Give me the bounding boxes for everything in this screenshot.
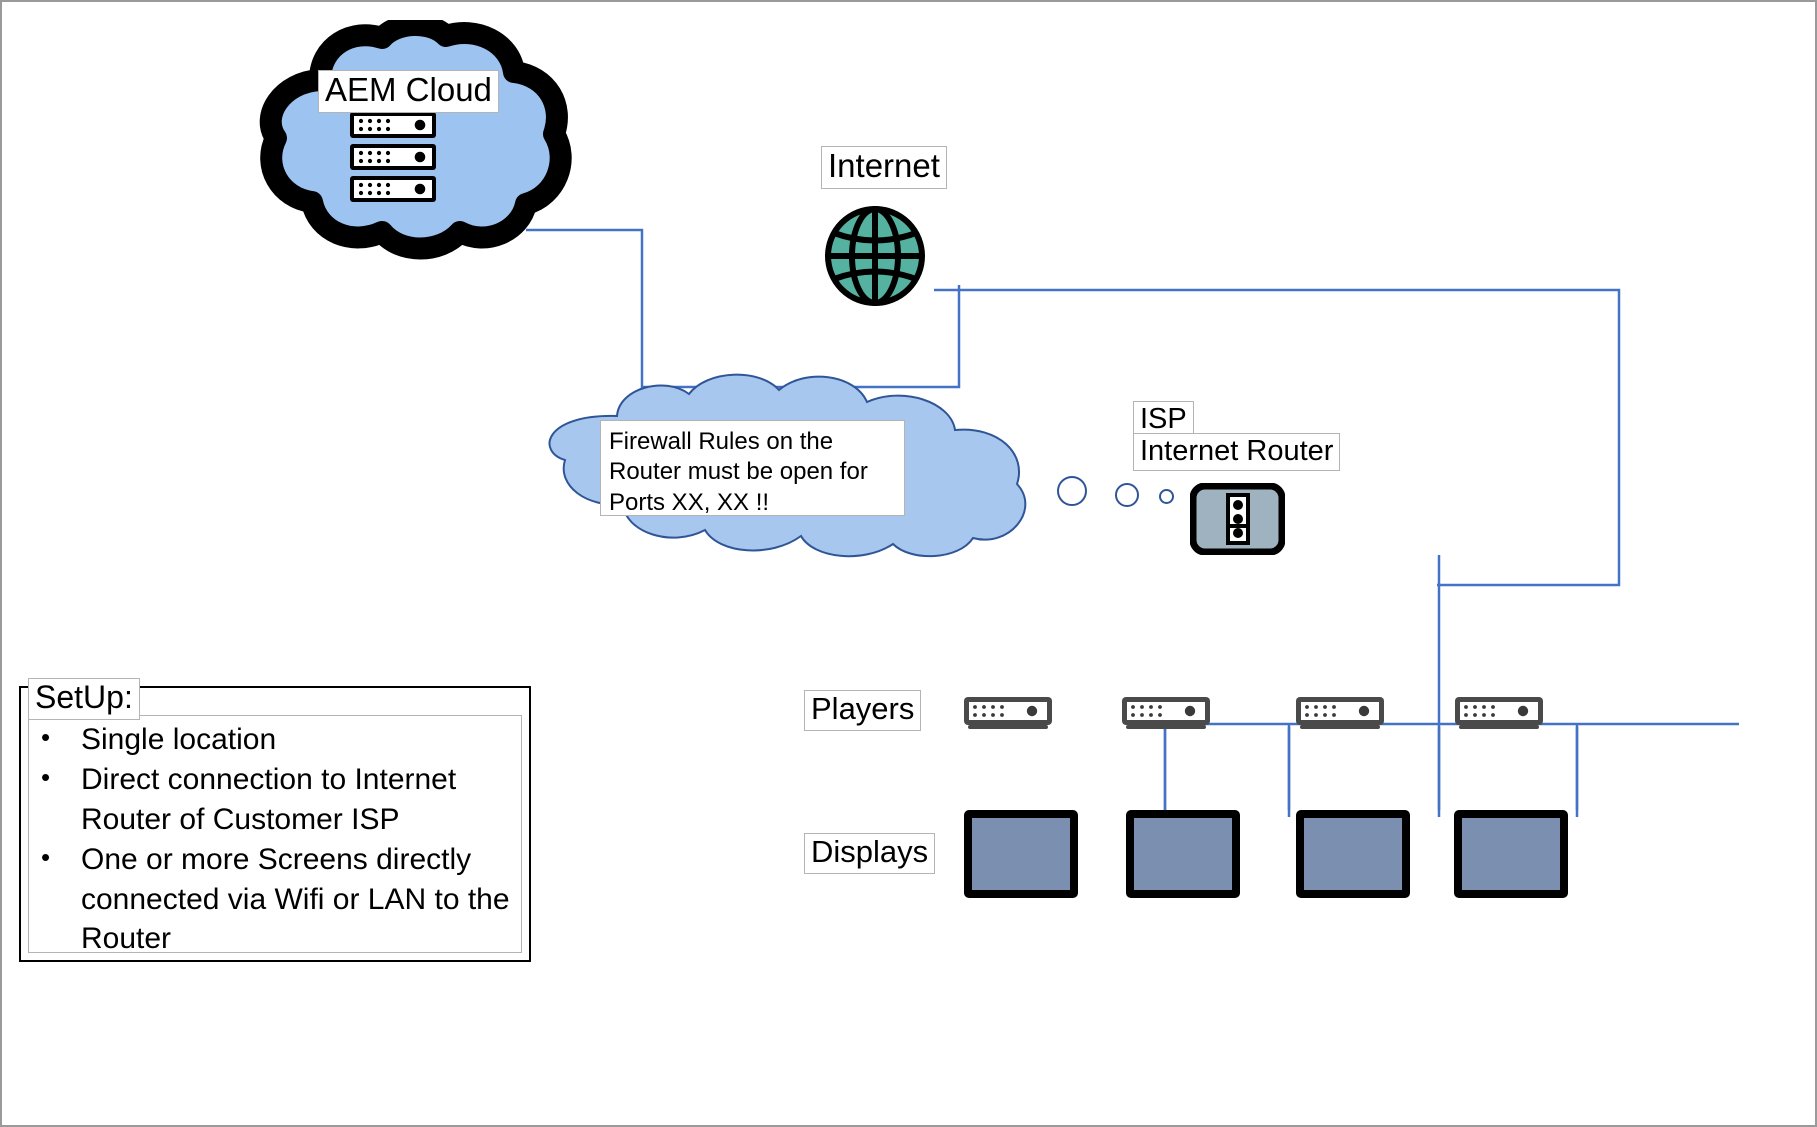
thought-tail-circle-small <box>1159 489 1174 504</box>
setup-list-panel: Single location Direct connection to Int… <box>28 715 522 955</box>
screen-icon <box>1454 810 1568 898</box>
media-player-icon <box>1453 693 1545 733</box>
list-item: Single location <box>33 720 517 760</box>
aem-cloud-label: AEM Cloud <box>318 70 499 113</box>
setup-bullet-list: Single location Direct connection to Int… <box>33 720 517 959</box>
screen-icon <box>1126 810 1240 898</box>
media-player-icon <box>1294 693 1386 733</box>
screen-icon <box>1296 810 1410 898</box>
globe-icon <box>820 201 930 311</box>
internet-label: Internet <box>821 146 947 189</box>
list-item: Direct connection to Internet Router of … <box>33 760 517 840</box>
screen-icon <box>964 810 1078 898</box>
firewall-rules-text: Firewall Rules on the Router must be ope… <box>600 420 905 516</box>
media-player-icon <box>1120 693 1212 733</box>
players-label: Players <box>804 690 922 731</box>
internet-router-label: Internet Router <box>1133 433 1341 472</box>
list-item: One or more Screens directly connected v… <box>33 840 517 960</box>
router-icon <box>1190 483 1285 555</box>
aem-server-stack-icon <box>350 112 436 202</box>
thought-tail-circle-large <box>1057 476 1087 506</box>
setup-title: SetUp: <box>28 678 140 720</box>
media-player-icon <box>962 693 1054 733</box>
displays-label: Displays <box>804 833 936 874</box>
thought-tail-circle-medium <box>1115 483 1139 507</box>
diagram-canvas: AEM Cloud Internet Firewall Rules on the… <box>0 0 1817 1127</box>
